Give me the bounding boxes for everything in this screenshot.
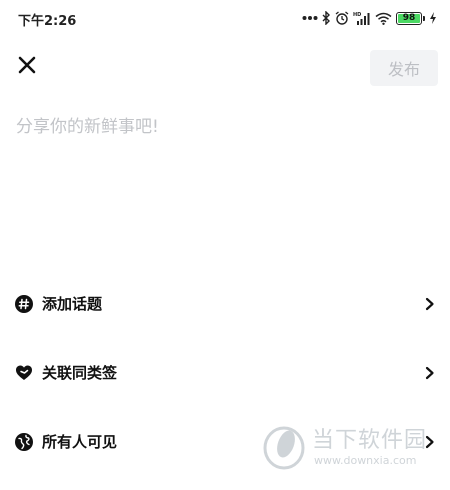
- more-dots-icon: [302, 15, 318, 21]
- link-similar-label: 关联同类签: [42, 364, 118, 382]
- battery-level: 98: [402, 12, 416, 23]
- watermark-logo-icon: [262, 422, 306, 474]
- bluetooth-icon: [322, 11, 331, 25]
- battery-icon: 98: [396, 11, 425, 25]
- watermark: 当下软件园 www.downxia.com: [262, 420, 442, 476]
- compose-input[interactable]: [16, 112, 436, 262]
- status-icons: HD 98: [302, 9, 436, 27]
- publish-button[interactable]: 发布: [370, 50, 438, 86]
- add-topic-row[interactable]: 添加话题: [0, 282, 450, 326]
- close-button[interactable]: [14, 54, 40, 80]
- hd-signal-icon: HD: [353, 11, 371, 25]
- link-similar-row[interactable]: 关联同类签: [0, 351, 450, 395]
- wifi-icon: [375, 12, 392, 25]
- globe-icon: [14, 432, 34, 452]
- hd-label: HD: [353, 12, 361, 18]
- status-bar: 下午2:26 HD 98: [0, 0, 450, 36]
- chevron-right-icon: [424, 296, 436, 312]
- post-compose-screen: 下午2:26 HD 98 发布 分享你的新鲜事吧! 添加话题 关联同类签 所有人…: [0, 0, 450, 490]
- alarm-icon: [335, 11, 349, 25]
- hashtag-icon: [14, 294, 34, 314]
- watermark-title: 当下软件园: [312, 428, 428, 453]
- visibility-label: 所有人可见: [42, 433, 118, 451]
- heart-link-icon: [14, 363, 34, 383]
- close-icon: [17, 55, 37, 79]
- add-topic-label: 添加话题: [42, 295, 103, 313]
- status-time: 下午2:26: [18, 14, 77, 29]
- charging-icon: [430, 12, 436, 24]
- watermark-url: www.downxia.com: [314, 454, 417, 467]
- chevron-right-icon: [424, 365, 436, 381]
